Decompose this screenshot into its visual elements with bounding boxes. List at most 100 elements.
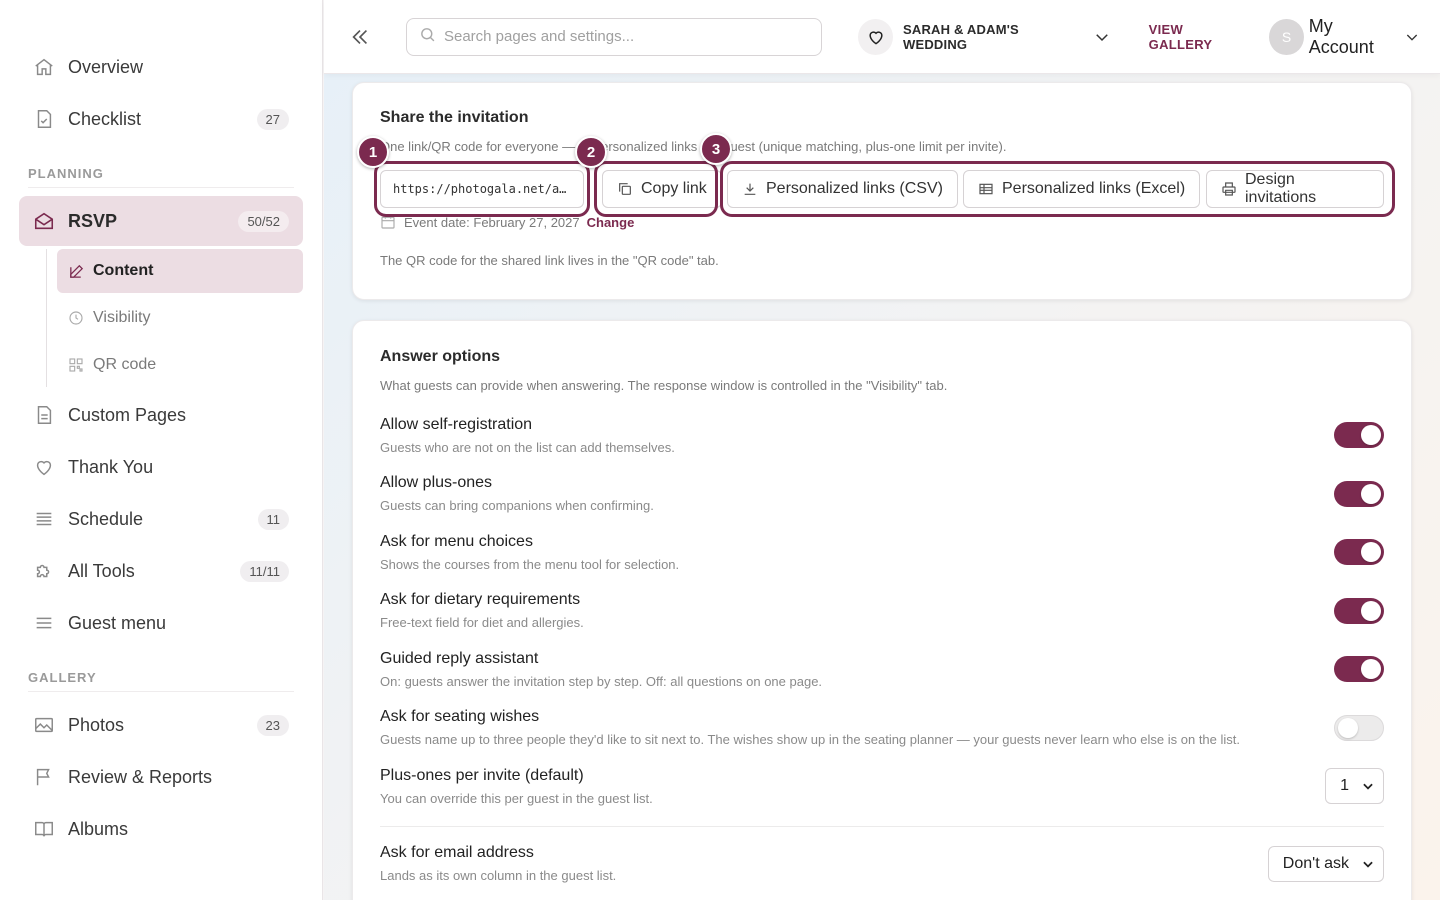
heart-icon [858,18,893,55]
plus-ones-select[interactable]: 1 [1325,768,1384,805]
event-date-text: Event date: February 27, 2027 [404,214,580,230]
qr-code-icon [67,356,85,374]
option-description: Lands as its own column in the guest lis… [380,868,617,884]
card-title: Share the invitation [380,109,529,126]
search-input[interactable] [443,28,810,45]
sidebar-item-custom-pages[interactable]: Custom Pages [19,390,303,440]
sidebar-item-label: Thank You [68,456,154,477]
list-icon [33,508,55,530]
share-invitation-card: Share the invitation One link/QR code fo… [352,82,1412,300]
sidebar-item-label: Checklist [68,108,142,129]
sidebar-item-all-tools[interactable]: All Tools 11/11 [19,546,303,596]
option-row: Guided reply assistant On: guests answer… [380,640,1384,699]
chevron-down-icon [1361,779,1375,793]
sidebar-item-label: Schedule [68,508,144,529]
count-badge: 11 [257,508,289,530]
sidebar-item-label: Overview [68,56,144,77]
option-title: Ask for seating wishes [380,708,540,726]
email-select[interactable]: Don't ask [1267,845,1384,882]
option-row: Allow plus-ones Guests can bring compani… [380,465,1384,524]
book-icon [33,818,55,840]
sidebar-item-guest-menu[interactable]: Guest menu [19,598,303,648]
search-box[interactable] [405,17,823,56]
page-icon [33,404,55,426]
sidebar-item-albums[interactable]: Albums [19,804,303,854]
card-title: Answer options [380,348,501,365]
card-description: What guests can provide when answering. … [380,378,948,393]
toggle-plus-ones[interactable] [1334,480,1384,507]
button-label: Design invitations [1245,171,1317,206]
option-row: Ask for dietary requirements Free-text f… [380,582,1384,641]
subnav-item-visibility[interactable]: Visibility [57,296,303,340]
sidebar-item-overview[interactable]: Overview [19,42,303,92]
option-description: Guests can bring companions when confirm… [380,498,654,514]
copy-link-button[interactable]: Copy link [602,170,722,208]
option-title: Guided reply assistant [380,649,539,667]
toggle-self-registration[interactable] [1334,422,1384,449]
sidebar-item-rsvp[interactable]: RSVP 50/52 [19,196,303,246]
toggle-guided-reply[interactable] [1334,656,1384,683]
option-row: Ask for seating wishes Guests name up to… [380,699,1384,758]
event-selector[interactable]: SARAH & ADAM'S WEDDING [903,22,1081,52]
personalized-links-csv-button[interactable]: Personalized links (CSV) [727,170,958,208]
heart-icon [33,456,55,478]
event-date-row: Event date: February 27, 2027 Change [380,214,1384,230]
personalized-links-excel-button[interactable]: Personalized links (Excel) [963,170,1201,208]
printer-icon [1221,181,1237,197]
count-badge: 23 [256,714,289,736]
sidebar-item-label: Guest menu [68,612,167,633]
edit-icon [67,262,85,280]
sidebar-item-label: Albums [68,818,129,839]
chevron-down-icon [1404,29,1420,45]
toggle-dietary-requirements[interactable] [1334,597,1384,624]
count-badge: 11/11 [240,560,289,582]
view-gallery-link[interactable]: VIEW GALLERY [1149,22,1248,52]
design-invitations-button[interactable]: Design invitations [1206,170,1384,208]
account-menu[interactable]: S My Account [1269,16,1420,58]
button-label: Personalized links (Excel) [1002,180,1186,197]
answer-options-card: Answer options What guests can provide w… [352,320,1412,900]
account-label: My Account [1308,15,1374,57]
section-title-planning: PLANNING [28,166,294,188]
topbar: SARAH & ADAM'S WEDDING VIEW GALLERY S My… [324,0,1440,74]
sidebar-item-photos[interactable]: Photos 23 [19,700,303,750]
option-title: Ask for email address [380,844,534,862]
share-actions: https://photogala.net/a… Copy link Perso… [357,133,1395,217]
toggle-seating-wishes[interactable] [1334,714,1384,741]
option-title: Allow plus-ones [380,474,493,492]
sidebar-item-label: Review & Reports [68,766,213,787]
subnav-item-label: QR code [93,356,157,373]
sidebar-item-checklist[interactable]: Checklist 27 [19,94,303,144]
share-link-field[interactable]: https://photogala.net/a… [380,170,584,208]
option-title: Ask for menu choices [380,532,533,550]
option-description: Free-text field for diet and allergies. [380,615,584,631]
section-title-gallery: GALLERY [28,670,294,692]
subnav-item-content[interactable]: Content [57,249,303,293]
option-description: Shows the courses from the menu tool for… [380,556,680,572]
option-row: Ask for email address Lands as its own c… [380,835,1384,894]
subnav-item-qr-code[interactable]: QR code [57,343,303,387]
sidebar-item-label: Custom Pages [68,404,187,425]
option-row: Plus-ones per invite (default) You can o… [380,757,1384,816]
select-value: Don't ask [1282,854,1349,872]
sidebar-item-review-reports[interactable]: Review & Reports [19,752,303,802]
puzzle-icon [33,560,55,582]
image-icon [33,714,55,736]
toggle-menu-choices[interactable] [1334,539,1384,566]
sidebar-item-thank-you[interactable]: Thank You [19,442,303,492]
option-description: On: guests answer the invitation step by… [380,673,823,689]
calendar-icon [380,214,396,230]
option-row: Ask for menu choices Shows the courses f… [380,523,1384,582]
chevron-down-icon[interactable] [1093,28,1111,46]
tutorial-step-badge: 3 [700,133,732,165]
option-row: Allow self-registration Guests who are n… [380,406,1384,465]
download-icon [742,181,758,197]
change-date-link[interactable]: Change [587,215,635,230]
clock-icon [67,309,85,327]
select-value: 1 [1340,777,1349,795]
sidebar-item-schedule[interactable]: Schedule 11 [19,494,303,544]
rsvp-subnav: Content Visibility QR code [46,249,303,387]
avatar: S [1269,18,1304,55]
qr-note: The QR code for the shared link lives in… [380,253,719,268]
collapse-sidebar-icon[interactable] [346,22,375,52]
